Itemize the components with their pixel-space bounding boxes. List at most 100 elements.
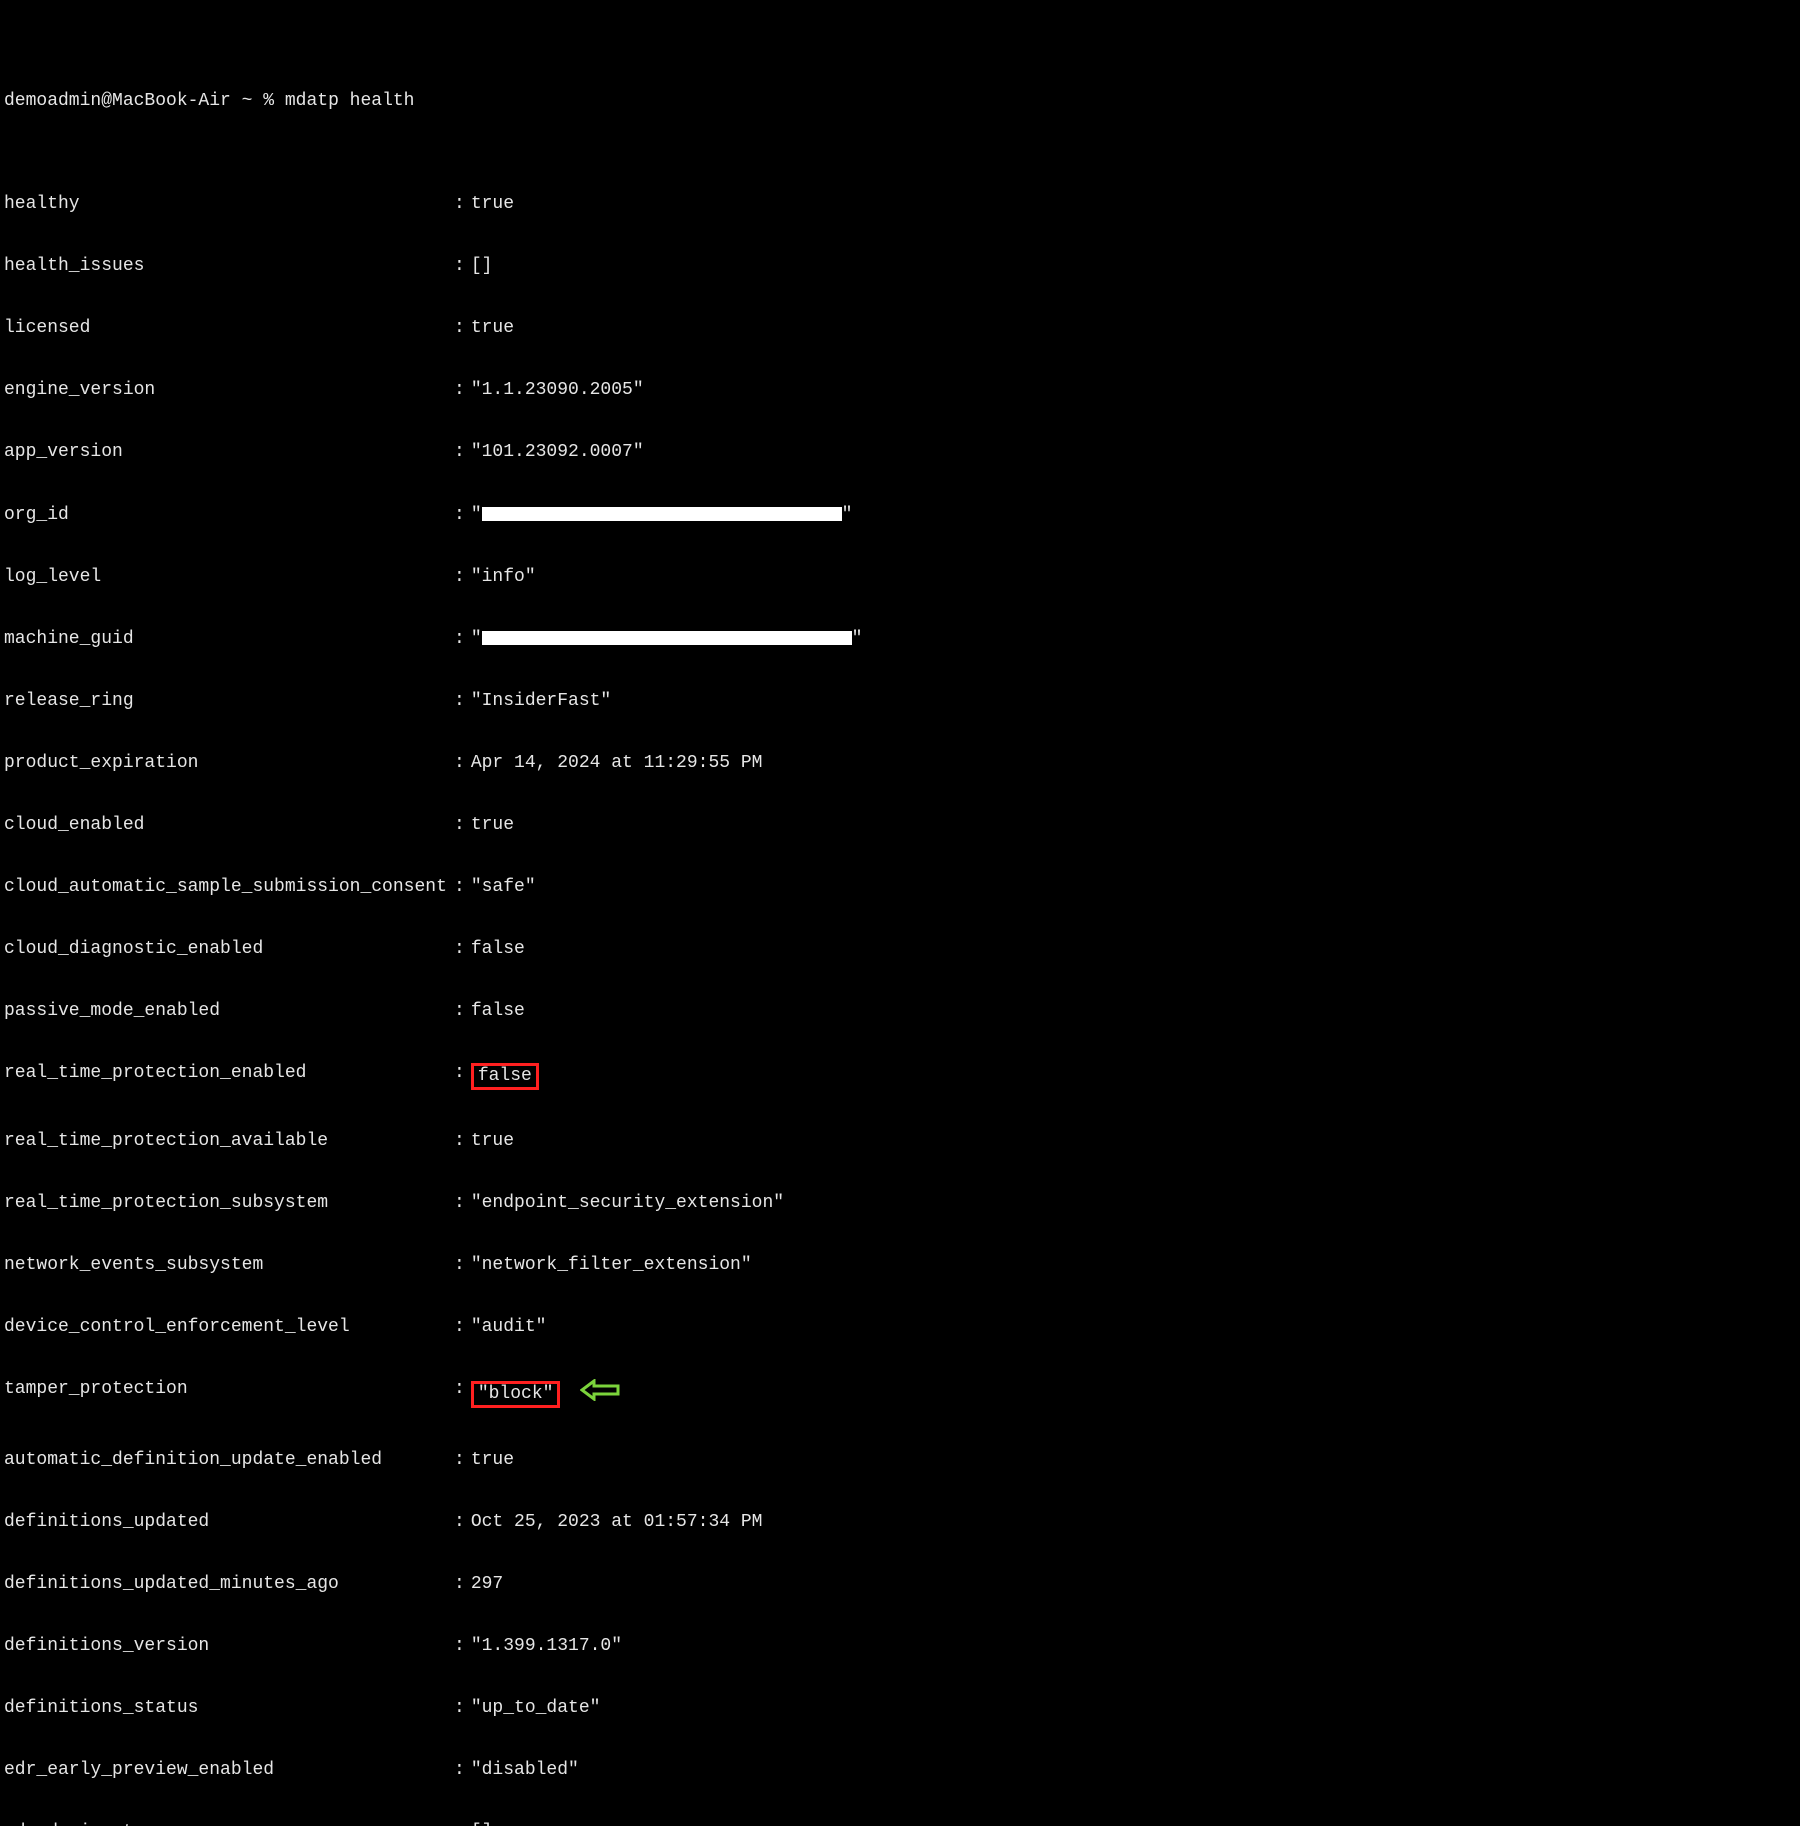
sep: : (454, 380, 471, 401)
sep: : (454, 256, 471, 277)
arrow-left-icon (580, 1379, 620, 1408)
key: automatic_definition_update_enabled (4, 1450, 454, 1471)
key: healthy (4, 194, 454, 215)
value: "1.1.23090.2005" (471, 380, 644, 401)
key: licensed (4, 318, 454, 339)
key: cloud_diagnostic_enabled (4, 939, 454, 960)
value: Apr 14, 2024 at 11:29:55 PM (471, 753, 763, 774)
redacted-bar (482, 507, 842, 521)
prompt-line-1: demoadmin@MacBook-Air ~ % mdatp health (4, 91, 1796, 112)
key: definitions_version (4, 1636, 454, 1657)
value: "disabled" (471, 1760, 579, 1781)
value: false (471, 939, 525, 960)
sep: : (454, 1822, 471, 1826)
key: edr_device_tags (4, 1822, 454, 1826)
quote-pre: " (471, 505, 482, 525)
row-product-expiration: product_expiration:Apr 14, 2024 at 11:29… (4, 753, 1796, 774)
sep: : (454, 1001, 471, 1022)
key: health_issues (4, 256, 454, 277)
row-app-version: app_version:"101.23092.0007" (4, 442, 1796, 463)
sep: : (454, 753, 471, 774)
key: real_time_protection_subsystem (4, 1193, 454, 1214)
sep: : (454, 1760, 471, 1781)
terminal-output: demoadmin@MacBook-Air ~ % mdatp health h… (0, 0, 1800, 1826)
value: "InsiderFast" (471, 691, 611, 712)
sep: : (454, 1574, 471, 1595)
row-edr-device-tags: edr_device_tags:[] (4, 1822, 1796, 1826)
row-network-events: network_events_subsystem:"network_filter… (4, 1255, 1796, 1276)
redacted-bar (482, 631, 852, 645)
key: engine_version (4, 380, 454, 401)
key: cloud_enabled (4, 815, 454, 836)
key: definitions_updated (4, 1512, 454, 1533)
key: definitions_status (4, 1698, 454, 1719)
row-rtp-available: real_time_protection_available:true (4, 1131, 1796, 1152)
highlight-red: false (471, 1063, 539, 1090)
row-cloud-enabled: cloud_enabled:true (4, 815, 1796, 836)
value: 297 (471, 1574, 503, 1595)
value: "up_to_date" (471, 1698, 601, 1719)
value: Oct 25, 2023 at 01:57:34 PM (471, 1512, 763, 1533)
row-org-id: org_id:"" (4, 505, 1796, 526)
row-passive-mode: passive_mode_enabled:false (4, 1001, 1796, 1022)
key: network_events_subsystem (4, 1255, 454, 1276)
row-log-level: log_level:"info" (4, 567, 1796, 588)
key: cloud_automatic_sample_submission_consen… (4, 877, 454, 898)
row-tamper-protection: tamper_protection:"block" (4, 1379, 1796, 1408)
key: edr_early_preview_enabled (4, 1760, 454, 1781)
row-rtp-subsystem: real_time_protection_subsystem:"endpoint… (4, 1193, 1796, 1214)
sep: : (454, 1636, 471, 1657)
value: true (471, 194, 514, 215)
key: device_control_enforcement_level (4, 1317, 454, 1338)
key: passive_mode_enabled (4, 1001, 454, 1022)
row-defs-version: definitions_version:"1.399.1317.0" (4, 1636, 1796, 1657)
value: true (471, 815, 514, 836)
row-device-control: device_control_enforcement_level:"audit" (4, 1317, 1796, 1338)
key: definitions_updated_minutes_ago (4, 1574, 454, 1595)
quote-pre: " (471, 629, 482, 649)
prompt-command: mdatp health (285, 91, 415, 112)
row-cloud-auto-sample: cloud_automatic_sample_submission_consen… (4, 877, 1796, 898)
value: "" (471, 629, 863, 650)
sep: : (454, 1698, 471, 1719)
value: true (471, 1131, 514, 1152)
sep: : (454, 1255, 471, 1276)
sep: : (454, 567, 471, 588)
row-cloud-diagnostic: cloud_diagnostic_enabled:false (4, 939, 1796, 960)
row-licensed: licensed:true (4, 318, 1796, 339)
sep: : (454, 939, 471, 960)
prompt-path: ~ % (231, 91, 285, 112)
row-machine-guid: machine_guid:"" (4, 629, 1796, 650)
sep: : (454, 877, 471, 898)
sep: : (454, 815, 471, 836)
key: real_time_protection_enabled (4, 1063, 454, 1090)
value: "endpoint_security_extension" (471, 1193, 784, 1214)
value: "" (471, 505, 853, 526)
key: release_ring (4, 691, 454, 712)
sep: : (454, 194, 471, 215)
key: org_id (4, 505, 454, 526)
row-engine-version: engine_version:"1.1.23090.2005" (4, 380, 1796, 401)
value: "audit" (471, 1317, 547, 1338)
row-rtp-enabled: real_time_protection_enabled:false (4, 1063, 1796, 1090)
value: "block" (471, 1379, 621, 1408)
sep: : (454, 1317, 471, 1338)
value: true (471, 1450, 514, 1471)
sep: : (454, 629, 471, 650)
row-defs-status: definitions_status:"up_to_date" (4, 1698, 1796, 1719)
value: "101.23092.0007" (471, 442, 644, 463)
row-defs-updated-min: definitions_updated_minutes_ago:297 (4, 1574, 1796, 1595)
row-release-ring: release_ring:"InsiderFast" (4, 691, 1796, 712)
value: [] (471, 256, 493, 277)
sep: : (454, 1512, 471, 1533)
value: "info" (471, 567, 536, 588)
row-defs-updated: definitions_updated:Oct 25, 2023 at 01:5… (4, 1512, 1796, 1533)
sep: : (454, 442, 471, 463)
row-edr-early-preview: edr_early_preview_enabled:"disabled" (4, 1760, 1796, 1781)
value: [] (471, 1822, 493, 1826)
sep: : (454, 691, 471, 712)
value: "safe" (471, 877, 536, 898)
sep: : (454, 1131, 471, 1152)
row-auto-def-update: automatic_definition_update_enabled:true (4, 1450, 1796, 1471)
value: "1.399.1317.0" (471, 1636, 622, 1657)
